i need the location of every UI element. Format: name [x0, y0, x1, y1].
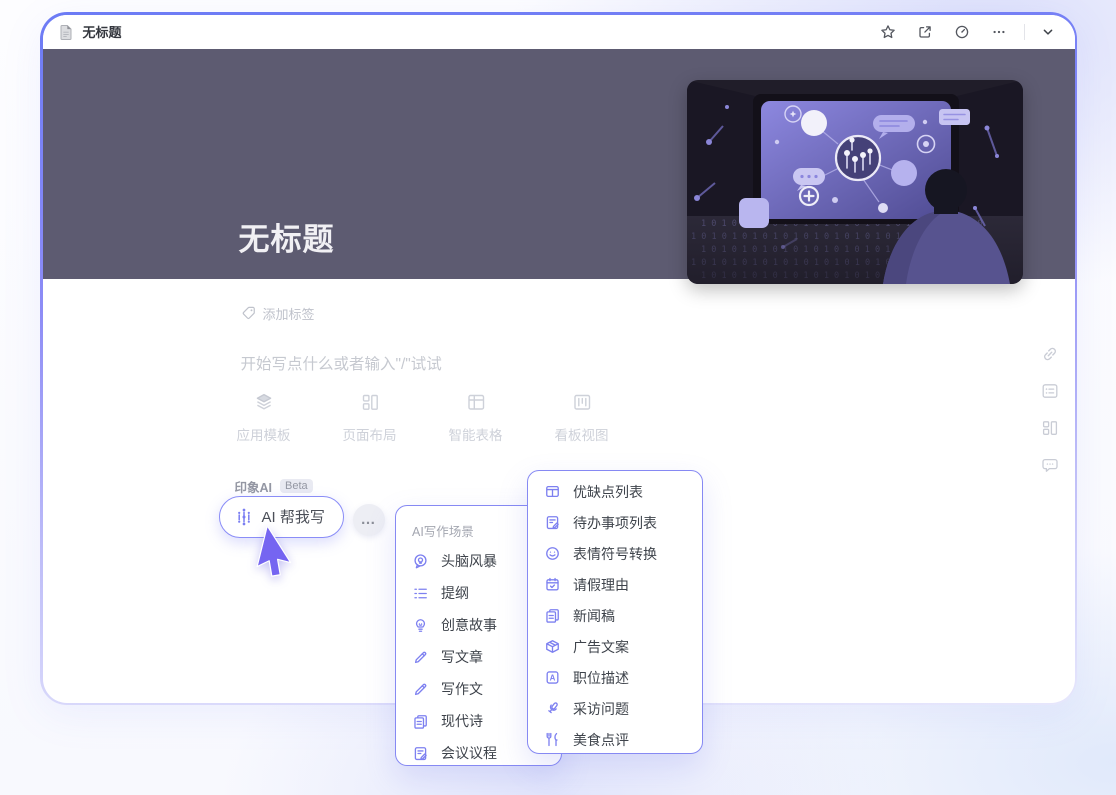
pros-cons-table-icon — [544, 483, 561, 500]
template-button-apply[interactable]: 应用模板 — [232, 391, 296, 444]
menu-item-label: 现代诗 — [441, 711, 483, 731]
link-icon[interactable] — [1040, 344, 1060, 364]
menu-item-label: 采访问题 — [573, 699, 629, 719]
screen: 无标题 — [0, 0, 1116, 795]
menu-item-label: 写文章 — [441, 647, 483, 667]
menu-item-food-review[interactable]: 美食点评 — [528, 724, 702, 754]
utensils-icon — [544, 731, 561, 748]
share-icon[interactable] — [916, 23, 934, 41]
outline-card-icon[interactable] — [1040, 381, 1060, 401]
ai-write-button[interactable]: AI 帮我写 — [219, 496, 344, 538]
titlebar-divider — [1024, 24, 1025, 40]
menu-item-ad-copy[interactable]: 广告文案 — [528, 631, 702, 662]
menu-item-emoji-convert[interactable]: 表情符号转换 — [528, 538, 702, 569]
menu-item-label: 美食点评 — [573, 730, 629, 750]
menu-item-label: 待办事项列表 — [573, 513, 657, 533]
layers-icon — [253, 391, 275, 413]
poem-pages-icon — [412, 713, 429, 730]
template-button-kanban[interactable]: 看板视图 — [550, 391, 614, 444]
calendar-check-icon — [544, 576, 561, 593]
idea-bulb-icon — [412, 617, 429, 634]
menu-item-todo-list[interactable]: 待办事项列表 — [528, 507, 702, 538]
more-icon[interactable] — [990, 23, 1008, 41]
add-tag-label: 添加标签 — [263, 304, 315, 323]
pen-icon — [412, 649, 429, 666]
menu-item-label: 创意故事 — [441, 615, 497, 635]
brand-label: 印象AI — [235, 477, 273, 496]
star-icon[interactable] — [879, 23, 897, 41]
menu-item-label: 优缺点列表 — [573, 482, 643, 502]
header-illustration: 1 0 1 0 1 0 1 0 1 0 1 0 1 0 1 0 1 0 1 0 … — [687, 80, 1023, 284]
layout-blocks-icon — [359, 391, 381, 413]
menu-item-press-release[interactable]: 新闻稿 — [528, 600, 702, 631]
menu-item-label: 会议议程 — [441, 743, 497, 763]
add-tag-button[interactable]: 添加标签 — [241, 304, 315, 323]
menu-item-label: 请假理由 — [573, 575, 629, 595]
todo-doc-icon — [544, 514, 561, 531]
document-icon — [57, 23, 75, 41]
pen-icon — [412, 681, 429, 698]
menu-list: 优缺点列表 待办事项列表 表情符号转换 — [528, 476, 702, 754]
agenda-doc-icon — [412, 745, 429, 762]
package-box-icon — [544, 638, 561, 655]
microphone-icon — [544, 700, 561, 717]
ai-room-illustration: 1 0 1 0 1 0 1 0 1 0 1 0 1 0 1 0 1 0 1 0 … — [687, 80, 1023, 284]
tag-icon — [241, 305, 257, 321]
ai-sparkle-icon — [234, 507, 254, 527]
menu-item-leave-excuse[interactable]: 请假理由 — [528, 569, 702, 600]
history-icon[interactable] — [953, 23, 971, 41]
menu-item-label: 头脑风暴 — [441, 551, 497, 571]
note-title[interactable]: 无标题 — [239, 214, 335, 259]
chevron-down-icon[interactable] — [1039, 23, 1057, 41]
menu-item-interview-questions[interactable]: 采访问题 — [528, 693, 702, 724]
menu-item-pros-cons[interactable]: 优缺点列表 — [528, 476, 702, 507]
comment-icon[interactable] — [1040, 455, 1060, 475]
brainstorm-bubble-icon — [412, 553, 429, 570]
menu-item-label: 写作文 — [441, 679, 483, 699]
template-label: 应用模板 — [237, 424, 291, 444]
yinxiang-ai-label: 印象AI Beta — [229, 476, 319, 497]
light-square — [739, 198, 769, 228]
template-label: 页面布局 — [343, 424, 397, 444]
kanban-icon — [571, 391, 593, 413]
template-row: 应用模板 页面布局 智能表格 — [232, 391, 614, 444]
svg-text:A: A — [550, 673, 556, 682]
menu-item-label: 新闻稿 — [573, 606, 615, 626]
job-doc-icon: A — [544, 669, 561, 686]
titlebar: 无标题 — [43, 15, 1075, 49]
neural-network-icon — [836, 136, 880, 180]
template-button-layout[interactable]: 页面布局 — [338, 391, 402, 444]
template-button-table[interactable]: 智能表格 — [444, 391, 508, 444]
ai-scenes-submenu: 优缺点列表 待办事项列表 表情符号转换 — [527, 470, 703, 754]
right-tool-column — [1040, 344, 1060, 475]
outline-list-icon — [412, 585, 429, 602]
menu-item-label: 广告文案 — [573, 637, 629, 657]
menu-item-label: 表情符号转换 — [573, 544, 657, 564]
ai-write-label: AI 帮我写 — [262, 506, 325, 527]
menu-item-label: 提纲 — [441, 583, 469, 603]
template-label: 看板视图 — [555, 424, 609, 444]
editor-placeholder[interactable]: 开始写点什么或者输入"/"试试 — [241, 352, 442, 374]
beta-badge: Beta — [280, 479, 313, 493]
menu-item-job-description[interactable]: A 职位描述 — [528, 662, 702, 693]
template-label: 智能表格 — [449, 424, 503, 444]
smart-table-icon — [465, 391, 487, 413]
window-title: 无标题 — [83, 22, 122, 41]
emoji-smile-icon — [544, 545, 561, 562]
ai-more-button[interactable]: … — [353, 504, 385, 536]
layout-blocks-icon[interactable] — [1040, 418, 1060, 438]
menu-item-label: 职位描述 — [573, 668, 629, 688]
press-pages-icon — [544, 607, 561, 624]
